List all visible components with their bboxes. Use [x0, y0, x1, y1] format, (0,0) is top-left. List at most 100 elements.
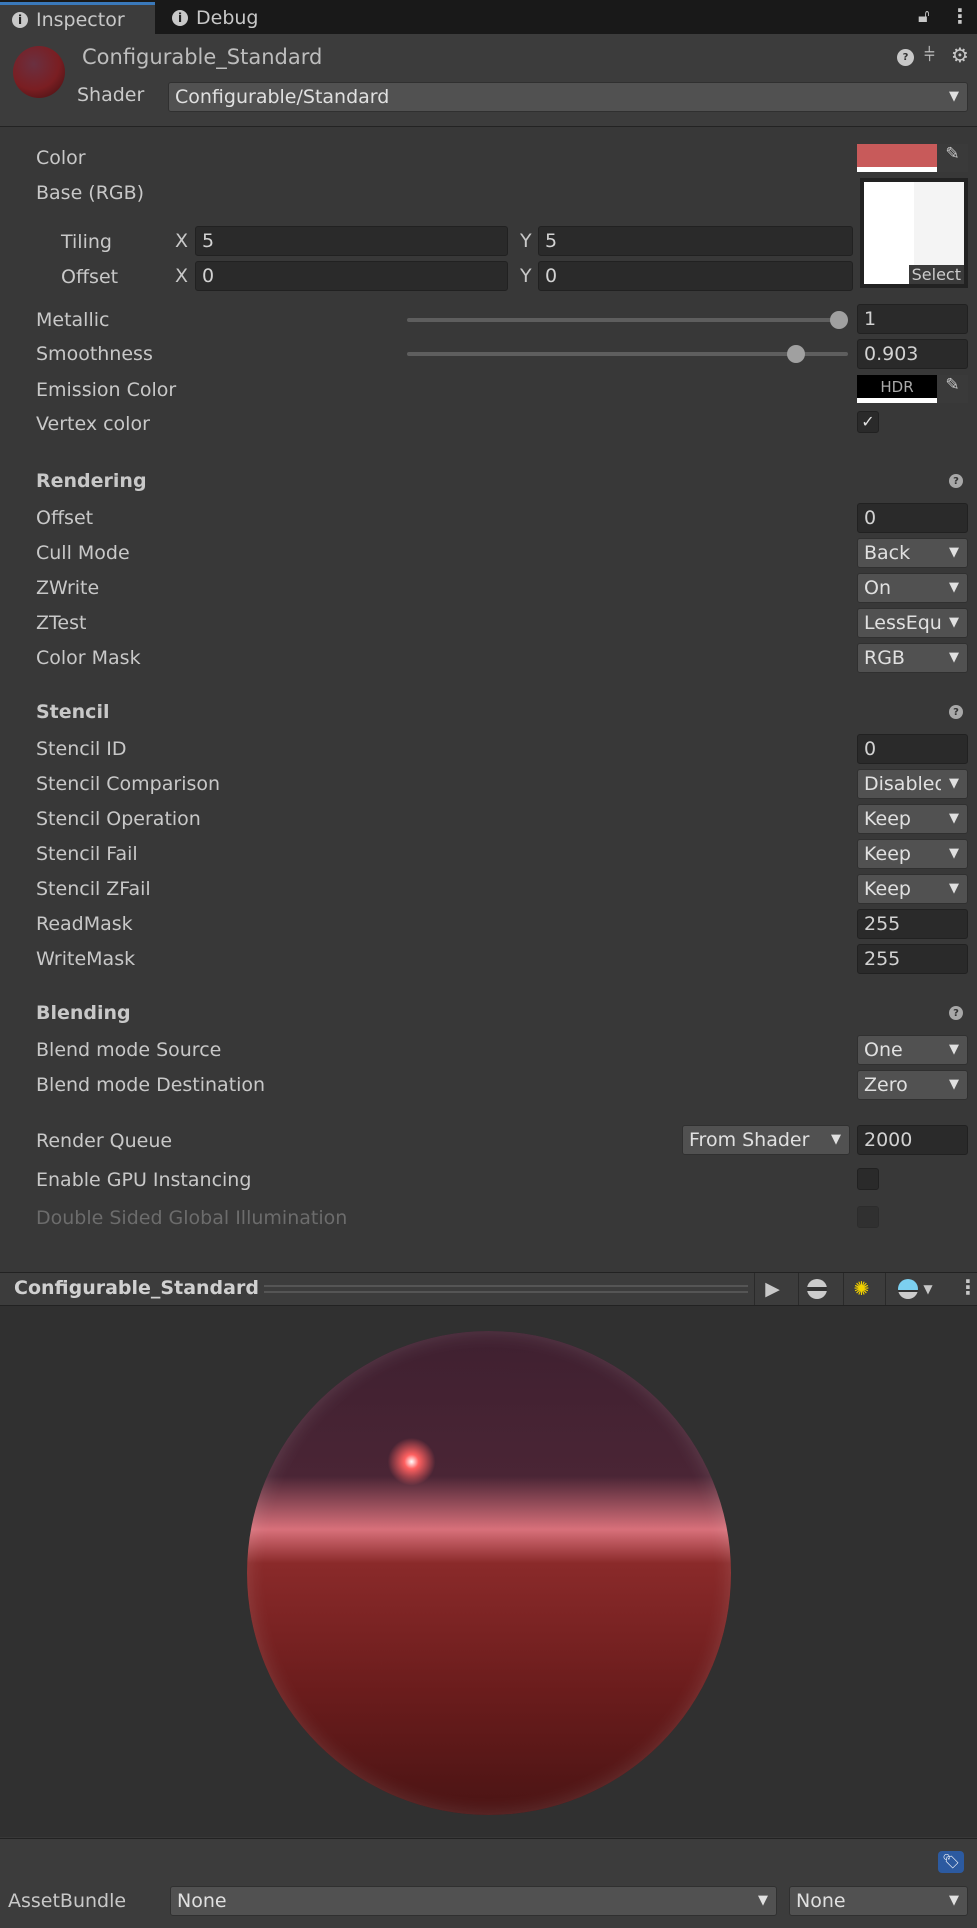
- dropdown-value: Disabled: [864, 773, 941, 795]
- property-label: ZTest: [36, 612, 87, 634]
- property-input[interactable]: 255: [857, 944, 968, 974]
- help-icon[interactable]: ?: [949, 474, 963, 488]
- smoothness-input[interactable]: 0.903: [857, 339, 968, 369]
- render-queue-input[interactable]: 2000: [857, 1125, 968, 1155]
- dropdown-value: RGB: [864, 647, 905, 669]
- property-label: Offset: [36, 507, 94, 529]
- sphere-icon: [806, 1279, 827, 1299]
- more-menu-icon[interactable]: ⋮: [950, 4, 970, 28]
- smoothness-slider-track[interactable]: [407, 352, 848, 356]
- dropdown-value: One: [864, 1039, 903, 1061]
- metallic-input[interactable]: 1: [857, 304, 968, 334]
- variant-dropdown[interactable]: None ▼: [789, 1886, 968, 1916]
- chevron-down-icon: ▼: [946, 1071, 959, 1099]
- property-dropdown[interactable]: Keep ▼: [857, 804, 968, 834]
- info-icon: i: [12, 11, 28, 28]
- material-name: Configurable_Standard: [82, 45, 323, 69]
- property-input[interactable]: 255: [857, 909, 968, 939]
- chevron-down-icon: ▼: [946, 644, 959, 672]
- tag-icon[interactable]: 🏷︎: [938, 1851, 964, 1873]
- property-dropdown[interactable]: Keep ▼: [857, 839, 968, 869]
- help-icon[interactable]: ?: [949, 705, 963, 719]
- play-button[interactable]: ▶: [754, 1273, 790, 1305]
- background-dropdown[interactable]: ▼: [885, 1273, 945, 1305]
- preview-title: Configurable_Standard: [14, 1277, 259, 1299]
- select-texture-button[interactable]: Select: [908, 265, 964, 284]
- smoothness-slider-handle[interactable]: [787, 345, 806, 363]
- gear-icon[interactable]: ⚙: [951, 43, 969, 67]
- color-swatch[interactable]: [857, 144, 937, 172]
- property-dropdown[interactable]: One ▼: [857, 1035, 968, 1065]
- skybox-icon: [898, 1279, 919, 1299]
- vertex-color-label: Vertex color: [36, 413, 150, 435]
- dropdown-value: Keep: [864, 808, 911, 830]
- property-label: Blend mode Destination: [36, 1074, 266, 1096]
- chevron-down-icon: ▼: [946, 574, 959, 602]
- emission-label: Emission Color: [36, 379, 177, 401]
- assetbundle-dropdown[interactable]: None ▼: [170, 1886, 777, 1916]
- help-icon[interactable]: ?: [897, 49, 914, 66]
- property-dropdown[interactable]: On ▼: [857, 573, 968, 603]
- tiling-y-input[interactable]: 5: [538, 226, 853, 256]
- property-input[interactable]: 0: [857, 503, 968, 533]
- metallic-slider-handle[interactable]: [830, 311, 848, 329]
- tab-debug[interactable]: i Debug: [160, 2, 270, 34]
- metallic-slider-track[interactable]: [407, 318, 848, 322]
- vertex-color-checkbox[interactable]: ✓: [857, 411, 879, 433]
- color-label: Color: [36, 147, 86, 169]
- preview-toolbar: Configurable_Standard ▶ ✺ ▼ ⋮: [0, 1272, 977, 1306]
- y-label: Y: [520, 265, 532, 287]
- tab-inspector[interactable]: i Inspector: [0, 2, 155, 34]
- chevron-down-icon: ▼: [946, 805, 959, 833]
- drag-handle[interactable]: [264, 1285, 748, 1293]
- property-dropdown[interactable]: Disabled ▼: [857, 769, 968, 799]
- help-icon[interactable]: ?: [949, 1006, 963, 1020]
- assetbundle-label: AssetBundle: [8, 1890, 127, 1912]
- material-thumbnail: [13, 46, 65, 98]
- lights-button[interactable]: ✺: [843, 1273, 879, 1305]
- eyedropper-icon[interactable]: ✎: [937, 144, 968, 172]
- lock-icon[interactable]: 🔓︎: [918, 6, 930, 27]
- chevron-down-icon: ▼: [946, 539, 959, 567]
- y-label: Y: [520, 230, 532, 252]
- preview-area[interactable]: [0, 1306, 977, 1837]
- shader-label: Shader: [77, 84, 145, 106]
- chevron-down-icon: ▼: [949, 1893, 959, 1908]
- property-dropdown[interactable]: Zero ▼: [857, 1070, 968, 1100]
- gpu-instancing-checkbox[interactable]: [857, 1168, 879, 1190]
- property-label: ReadMask: [36, 913, 133, 935]
- more-menu-icon[interactable]: ⋮: [958, 1275, 977, 1299]
- mesh-button[interactable]: [798, 1273, 834, 1305]
- dsgi-label: Double Sided Global Illumination: [36, 1207, 348, 1229]
- eyedropper-icon[interactable]: ✎: [937, 375, 968, 403]
- chevron-down-icon: ▼: [946, 840, 959, 868]
- property-label: WriteMask: [36, 948, 136, 970]
- shader-value: Configurable/Standard: [175, 86, 390, 108]
- rendering-section-title: Rendering: [36, 470, 147, 492]
- emission-swatch[interactable]: HDR: [857, 375, 937, 403]
- tiling-x-input[interactable]: 5: [195, 226, 508, 256]
- offset-y-input[interactable]: 0: [538, 261, 853, 291]
- presets-icon[interactable]: ⫩: [924, 44, 935, 66]
- property-label: Stencil ID: [36, 738, 127, 760]
- info-icon: i: [172, 10, 188, 26]
- variant-value: None: [796, 1890, 846, 1912]
- property-dropdown[interactable]: RGB ▼: [857, 643, 968, 673]
- base-texture-slot[interactable]: Select: [860, 178, 968, 288]
- property-dropdown[interactable]: LessEqual▼: [857, 608, 968, 638]
- property-input[interactable]: 0: [857, 734, 968, 764]
- assetbundle-bar: 🏷︎ AssetBundle None ▼ None ▼: [0, 1838, 977, 1928]
- chevron-down-icon: ▼: [946, 875, 959, 903]
- shader-dropdown[interactable]: Configurable/Standard ▼: [168, 82, 968, 112]
- property-label: Stencil ZFail: [36, 878, 151, 900]
- render-queue-mode: From Shader: [689, 1129, 810, 1151]
- property-dropdown[interactable]: Back ▼: [857, 538, 968, 568]
- property-label: ZWrite: [36, 577, 100, 599]
- dropdown-value: Keep: [864, 843, 911, 865]
- tab-label: Debug: [196, 7, 259, 29]
- offset-x-input[interactable]: 0: [195, 261, 508, 291]
- dropdown-value: Zero: [864, 1074, 908, 1096]
- dropdown-value: Keep: [864, 878, 911, 900]
- property-dropdown[interactable]: Keep ▼: [857, 874, 968, 904]
- render-queue-dropdown[interactable]: From Shader ▼: [682, 1125, 850, 1155]
